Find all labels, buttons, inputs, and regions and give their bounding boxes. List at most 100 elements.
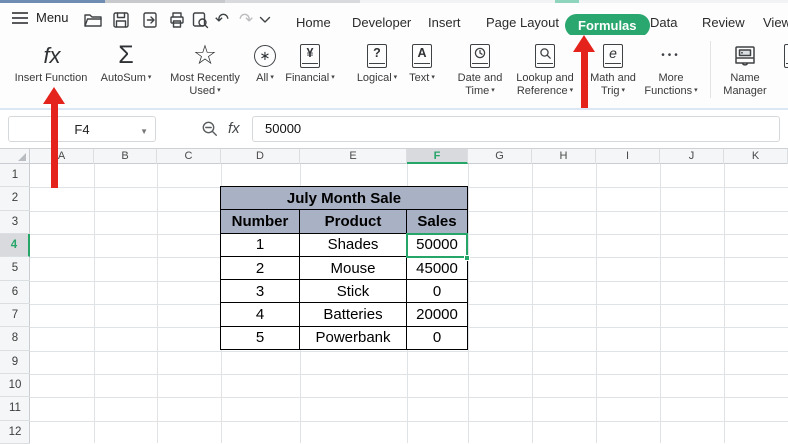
- column-header-J[interactable]: J: [660, 149, 724, 164]
- fx-formula-icon[interactable]: fx: [228, 116, 240, 142]
- book-yen-icon: ¥: [300, 39, 320, 72]
- book-search-icon: [535, 39, 555, 72]
- chevron-down-icon[interactable]: [256, 8, 274, 32]
- logical-button[interactable]: ? Logical▾: [351, 39, 403, 85]
- row-header-3[interactable]: 3: [0, 211, 30, 234]
- financial-button[interactable]: ¥ Financial▾: [280, 39, 340, 85]
- formula-bar: F4 ▼ fx 50000: [0, 110, 788, 148]
- fx-icon: fx: [43, 39, 60, 72]
- table-cell[interactable]: 45000: [407, 257, 467, 279]
- select-all-corner[interactable]: [0, 149, 30, 164]
- most-recently-used-button[interactable]: ☆ Most Recently Used▾: [159, 39, 251, 97]
- column-header-I[interactable]: I: [596, 149, 660, 164]
- formulas-tab[interactable]: Formulas: [565, 14, 650, 37]
- tab-data[interactable]: Data: [650, 15, 677, 30]
- column-header-K[interactable]: K: [724, 149, 788, 164]
- tab-review[interactable]: Review: [702, 15, 745, 30]
- name-manager-button[interactable]: Name Manager: [716, 39, 774, 97]
- gridline: [30, 374, 788, 375]
- gridline: [30, 421, 788, 422]
- all-functions-button[interactable]: ∗ All▾: [248, 39, 282, 85]
- row-header-11[interactable]: 11: [0, 397, 30, 420]
- gridline: [30, 397, 788, 398]
- row-header-10[interactable]: 10: [0, 374, 30, 397]
- tab-view[interactable]: View: [763, 15, 788, 30]
- gridline: [30, 351, 788, 352]
- table-header-cell[interactable]: Product: [300, 210, 406, 232]
- autosum-button[interactable]: Σ AutoSum▾: [95, 39, 157, 85]
- hamburger-icon: [12, 12, 28, 24]
- tab-home[interactable]: Home: [296, 15, 331, 30]
- table-cell[interactable]: Mouse: [300, 257, 406, 279]
- column-headers: ABCDEFGHIJK: [30, 149, 788, 164]
- column-header-C[interactable]: C: [157, 149, 221, 164]
- row-header-2[interactable]: 2: [0, 187, 30, 210]
- clipped-ribbon-icon: [779, 39, 788, 72]
- redo-icon[interactable]: ↷: [234, 8, 258, 32]
- cell-reference: F4: [74, 122, 89, 137]
- undo-icon[interactable]: ↶: [210, 8, 234, 32]
- row-header-6[interactable]: 6: [0, 281, 30, 304]
- column-header-F[interactable]: F: [407, 149, 468, 164]
- column-header-H[interactable]: H: [532, 149, 596, 164]
- export-icon[interactable]: [138, 8, 162, 32]
- table-cell[interactable]: 20000: [407, 303, 467, 325]
- book-question-icon: ?: [367, 39, 387, 72]
- row-header-12[interactable]: 12: [0, 421, 30, 444]
- name-box[interactable]: F4 ▼: [8, 116, 156, 142]
- name-tag-icon: [732, 39, 758, 72]
- open-folder-icon[interactable]: [81, 8, 105, 32]
- menu-button[interactable]: Menu: [12, 10, 69, 25]
- table-title[interactable]: July Month Sale: [221, 187, 467, 209]
- column-header-D[interactable]: D: [221, 149, 300, 164]
- spreadsheet-grid[interactable]: ABCDEFGHIJK July Month SaleNumberProduct…: [0, 148, 788, 443]
- more-functions-button[interactable]: ••• More Functions▾: [638, 39, 704, 97]
- autosum-icon: Σ: [118, 39, 133, 72]
- text-button[interactable]: A Text▾: [404, 39, 440, 85]
- table-cell[interactable]: Stick: [300, 280, 406, 302]
- data-table: July Month SaleNumberProductSales 1Shades…: [220, 186, 468, 350]
- spreadsheet-app-window: { "colors": { "accent_green": "#2aa76f",…: [0, 0, 788, 443]
- table-cell[interactable]: 1: [221, 234, 299, 256]
- table-cell[interactable]: 2: [221, 257, 299, 279]
- save-icon[interactable]: [109, 8, 133, 32]
- print-icon[interactable]: [165, 8, 189, 32]
- selected-cell-outline: [406, 233, 468, 258]
- tab-developer[interactable]: Developer: [352, 15, 411, 30]
- table-cell[interactable]: 3: [221, 280, 299, 302]
- table-header-cell[interactable]: Number: [221, 210, 299, 232]
- table-cell[interactable]: Powerbank: [300, 327, 406, 349]
- zoom-out-icon[interactable]: [198, 116, 222, 142]
- print-preview-icon[interactable]: [188, 8, 212, 32]
- table-cell[interactable]: 0: [407, 280, 467, 302]
- titlebar: Menu ↶ ↷ Home Developer Insert Page Layo…: [0, 3, 788, 35]
- column-header-E[interactable]: E: [300, 149, 407, 164]
- arrow-to-formulas-tab: [573, 35, 595, 108]
- column-header-B[interactable]: B: [94, 149, 157, 164]
- table-cell[interactable]: 4: [221, 303, 299, 325]
- row-header-4[interactable]: 4: [0, 234, 30, 257]
- tab-page-layout[interactable]: Page Layout: [486, 15, 559, 30]
- table-cell[interactable]: 5: [221, 327, 299, 349]
- column-header-G[interactable]: G: [468, 149, 532, 164]
- insert-function-button[interactable]: fx Insert Function: [10, 39, 94, 85]
- book-clock-icon: [470, 39, 490, 72]
- row-header-9[interactable]: 9: [0, 351, 30, 374]
- ribbon-group-separator: [710, 41, 711, 98]
- row-header-8[interactable]: 8: [0, 327, 30, 350]
- book-a-icon: A: [412, 39, 432, 72]
- fill-handle[interactable]: [464, 255, 470, 261]
- name-box-dropdown-icon[interactable]: ▼: [140, 127, 148, 136]
- ellipsis-icon: •••: [661, 39, 681, 72]
- ribbon: fx Insert Function Σ AutoSum▾ ☆ Most Rec…: [0, 35, 788, 110]
- table-cell[interactable]: 0: [407, 327, 467, 349]
- formula-input[interactable]: 50000: [252, 116, 780, 142]
- table-cell[interactable]: Shades: [300, 234, 406, 256]
- row-header-1[interactable]: 1: [0, 164, 30, 187]
- row-header-7[interactable]: 7: [0, 304, 30, 327]
- table-header-cell[interactable]: Sales: [407, 210, 467, 232]
- tab-insert[interactable]: Insert: [428, 15, 461, 30]
- table-cell[interactable]: Batteries: [300, 303, 406, 325]
- row-header-5[interactable]: 5: [0, 257, 30, 280]
- menu-label: Menu: [36, 10, 69, 25]
